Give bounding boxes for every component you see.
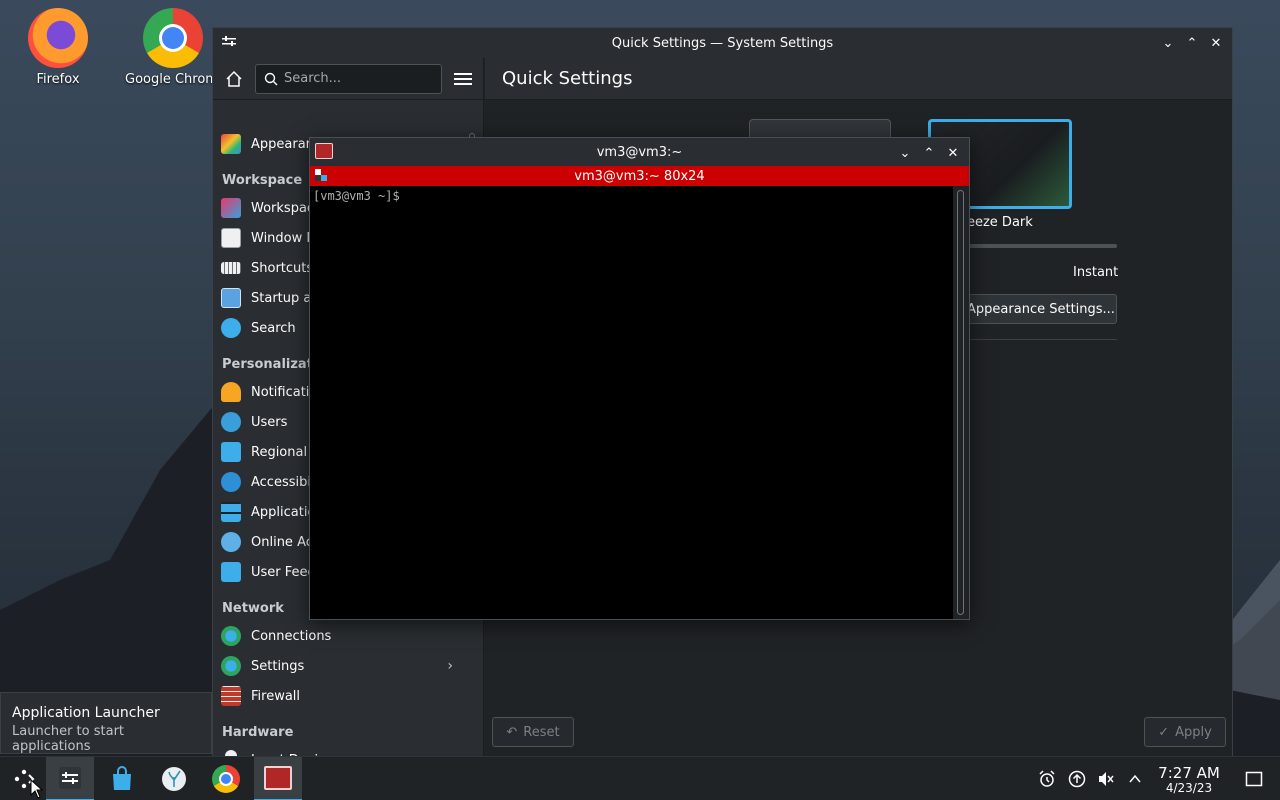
apply-button[interactable]: ✓ Apply <box>1144 717 1226 747</box>
taskbar-app[interactable] <box>150 757 198 800</box>
taskbar-chrome[interactable] <box>202 757 250 800</box>
sidebar-item-label: Search <box>251 320 296 336</box>
button-label: Reset <box>523 724 560 740</box>
feedback-icon <box>221 562 241 582</box>
desktop-icon-label: Firefox <box>36 72 80 87</box>
bell-icon <box>221 382 241 402</box>
taskbar: 7:27 AM 4/23/23 <box>0 756 1280 800</box>
animation-speed-slider[interactable] <box>965 244 1117 248</box>
sidebar-item-network-settings[interactable]: Settings › <box>213 652 463 680</box>
button-label: Apply <box>1175 724 1212 740</box>
window-title: Quick Settings — System Settings <box>611 35 834 51</box>
page-title: Quick Settings <box>485 58 1232 100</box>
close-icon[interactable]: ✕ <box>943 143 963 163</box>
desktop-icon-label: Google Chrome <box>125 72 226 87</box>
taskbar-discover[interactable] <box>98 757 146 800</box>
taskbar-system-settings[interactable] <box>46 757 94 800</box>
sidebar-item-label: Settings <box>251 658 305 674</box>
sidebar-item-firewall[interactable]: Firewall <box>213 682 463 710</box>
tooltip-subtitle: Launcher to start applications <box>12 724 125 754</box>
tooltip-title: Application Launcher <box>12 705 160 721</box>
firewall-icon <box>221 686 241 706</box>
globe-icon <box>221 656 241 676</box>
users-icon <box>221 412 241 432</box>
globe-icon <box>221 626 241 646</box>
appearance-settings-button[interactable]: Appearance Settings... <box>965 294 1117 324</box>
chevron-right-icon: › <box>447 658 453 674</box>
workspace-behavior-icon <box>221 198 241 218</box>
search-input[interactable]: Search... <box>255 63 442 94</box>
terminal-title: vm3@vm3:~ <box>596 144 683 160</box>
reset-icon: ↶ <box>506 724 518 740</box>
mouse-cursor-icon <box>30 779 44 799</box>
appearance-icon <box>221 134 241 154</box>
minimize-icon[interactable]: ⌄ <box>1158 33 1178 53</box>
animation-speed-label: Instant <box>1073 265 1119 280</box>
section-header-hardware: Hardware <box>222 725 294 740</box>
settings-app-icon <box>59 767 81 789</box>
minimize-icon[interactable]: ⌄ <box>895 143 915 163</box>
checkmark-icon: ✓ <box>1158 724 1170 740</box>
window-titlebar[interactable]: Quick Settings — System Settings ⌄ ⌃ ✕ <box>213 28 1232 58</box>
maximize-icon[interactable]: ⌃ <box>1182 33 1202 53</box>
window-management-icon <box>221 228 241 248</box>
sidebar-item-label: Firewall <box>251 688 301 704</box>
applications-icon <box>221 502 241 522</box>
sidebar-item-connections[interactable]: Connections <box>213 622 463 650</box>
coral-app-icon <box>162 767 186 791</box>
sidebar-item-label: Connections <box>251 628 332 644</box>
terminal-tab-title: vm3@vm3:~ 80x24 <box>574 168 705 184</box>
maximize-icon[interactable]: ⌃ <box>919 143 939 163</box>
alarm-icon[interactable] <box>1037 769 1057 789</box>
startup-icon <box>221 288 241 308</box>
divider <box>965 339 1117 340</box>
discover-store-icon <box>113 766 131 790</box>
home-icon <box>226 70 242 87</box>
terminal-prompt: [vm3@vm3 ~]$ <box>313 189 400 203</box>
reset-button[interactable]: ↶ Reset <box>492 717 574 747</box>
sidebar-item-label: Users <box>251 414 288 430</box>
chrome-icon <box>143 8 203 68</box>
launcher-tooltip: Application Launcher Launcher to start a… <box>0 692 212 754</box>
settings-app-icon <box>222 36 236 46</box>
terminal-output[interactable]: [vm3@vm3 ~]$ <box>310 186 953 619</box>
chrome-icon <box>212 765 240 793</box>
terminal-app-icon <box>315 143 333 159</box>
show-desktop-icon[interactable] <box>1244 769 1264 789</box>
terminal-tab[interactable]: vm3@vm3:~ 80x24 <box>310 166 969 186</box>
regional-icon <box>221 442 241 462</box>
search-icon <box>264 72 278 85</box>
taskbar-terminal[interactable] <box>254 757 302 800</box>
digital-clock[interactable]: 7:27 AM 4/23/23 <box>1150 764 1228 795</box>
terminal-titlebar[interactable]: vm3@vm3:~ ⌄ ⌃ ✕ <box>310 138 969 166</box>
search-placeholder: Search... <box>284 71 342 86</box>
terminal-window[interactable]: vm3@vm3:~ ⌄ ⌃ ✕ vm3@vm3:~ 80x24 [vm3@vm3… <box>309 137 970 620</box>
keyboard-icon <box>221 262 241 274</box>
section-header-workspace: Workspace <box>222 173 303 188</box>
accessibility-icon <box>221 472 241 492</box>
tray-expand-icon[interactable] <box>1125 769 1145 789</box>
terminal-scrollbar[interactable] <box>953 186 969 619</box>
clock-time: 7:27 AM <box>1158 764 1220 782</box>
search-settings-icon <box>221 318 241 338</box>
sidebar-item-label: Shortcuts <box>251 260 314 276</box>
desktop-icon-firefox[interactable]: Firefox <box>10 0 106 87</box>
firefox-icon <box>28 8 88 68</box>
section-header-network: Network <box>222 601 284 616</box>
volume-muted-icon[interactable] <box>1096 769 1116 789</box>
button-label: Appearance Settings... <box>967 301 1115 317</box>
terminal-app-icon <box>264 766 292 790</box>
clock-date: 4/23/23 <box>1165 781 1213 795</box>
close-icon[interactable]: ✕ <box>1206 33 1226 53</box>
hamburger-menu-icon[interactable] <box>454 72 472 85</box>
home-button[interactable] <box>223 68 245 90</box>
terminal-tab-icon <box>315 169 327 181</box>
desktop-icon-chrome[interactable]: Google Chrome <box>125 0 226 87</box>
update-icon[interactable] <box>1067 769 1087 789</box>
online-accounts-icon <box>221 532 241 552</box>
